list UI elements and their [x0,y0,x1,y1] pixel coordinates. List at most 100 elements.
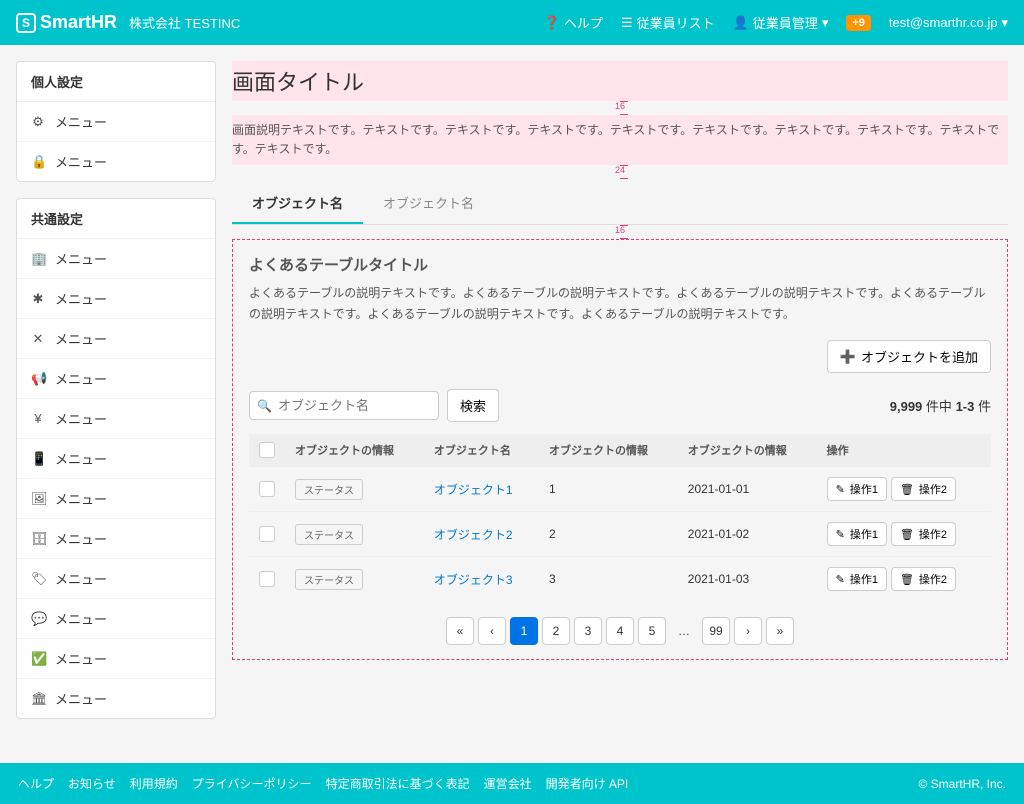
col-info2: オブジェクトの情報 [539,434,678,467]
action1-button[interactable]: ✎ 操作1 [827,477,887,501]
select-all-checkbox[interactable] [259,442,275,458]
search-button[interactable]: 検索 [447,389,499,422]
page-description: 画面説明テキストです。テキストです。テキストです。テキストです。テキストです。テ… [232,115,1008,165]
sidebar-common-4[interactable]: ¥ メニュー [17,399,215,439]
object-link[interactable]: オブジェクト1 [434,483,513,497]
page-next[interactable]: › [734,617,762,645]
sidebar-common-1[interactable]: ✱メニュー [17,279,215,319]
page-number[interactable]: 4 [606,617,634,645]
sidebar-personal-0[interactable]: ⚙メニュー [17,102,215,142]
page-number[interactable]: 99 [702,617,730,645]
action2-button[interactable]: 🗑 操作2 [891,567,956,591]
sidebar-personal-title: 個人設定 [17,62,215,102]
footer-copyright: © SmartHR, Inc. [918,777,1006,791]
page-number[interactable]: 2 [542,617,570,645]
sidebar-item-label: メニュー [55,529,107,548]
trash-icon: 🗑 [900,573,914,586]
help-icon: ❓ [544,15,560,31]
row-checkbox[interactable] [259,526,275,542]
sidebar-common-10[interactable]: ✅メニュー [17,639,215,679]
sidebar-item-label: メニュー [55,329,107,348]
sidebar-item-label: メニュー [55,152,107,171]
page-number[interactable]: 1 [510,617,538,645]
menu-icon: 🖼 [31,491,45,507]
page-title: 画面タイトル [232,61,1008,101]
sidebar-common-2[interactable]: ✕ メニュー [17,319,215,359]
action2-button[interactable]: 🗑 操作2 [891,522,956,546]
page-number[interactable]: 5 [638,617,666,645]
menu-icon: 🔒 [31,154,45,170]
sidebar-common-7[interactable]: 🗄 メニュー [17,519,215,559]
row-checkbox[interactable] [259,571,275,587]
add-object-button[interactable]: ➕ オブジェクトを追加 [827,340,991,373]
sidebar-common-6[interactable]: 🖼メニュー [17,479,215,519]
sidebar-common-0[interactable]: 🏢メニュー [17,239,215,279]
sidebar-personal-section: 個人設定 ⚙メニュー 🔒 メニュー [16,61,216,182]
sidebar-common-11[interactable]: 🏛メニュー [17,679,215,718]
search-input[interactable] [249,391,439,420]
footer-link[interactable]: 特定商取引法に基づく表記 [326,775,470,792]
table-row: ステータス オブジェクト1 1 2021-01-01 ✎ 操作1 🗑 操作2 [249,467,991,512]
sidebar-item-label: メニュー [55,449,107,468]
page-number: … [670,617,698,645]
plus-icon: ➕ [840,349,856,365]
sidebar-common-9[interactable]: 💬メニュー [17,599,215,639]
brand-name: SmartHR [40,12,117,33]
employee-list-link[interactable]: ☰従業員リスト [621,13,715,32]
panel-description: よくあるテーブルの説明テキストです。よくあるテーブルの説明テキストです。よくある… [249,283,991,324]
person-icon: 👤 [733,15,749,31]
list-icon: ☰ [621,15,633,31]
cell-date: 2021-01-02 [678,512,817,557]
sidebar-item-label: メニュー [55,289,107,308]
sidebar-personal-1[interactable]: 🔒 メニュー [17,142,215,181]
table-row: ステータス オブジェクト3 3 2021-01-03 ✎ 操作1 🗑 操作2 [249,557,991,602]
footer-link[interactable]: ヘルプ [18,775,54,792]
footer-link[interactable]: お知らせ [68,775,116,792]
main-content: 画面タイトル 16 画面説明テキストです。テキストです。テキストです。テキストで… [232,61,1008,735]
action1-button[interactable]: ✎ 操作1 [827,567,887,591]
object-link[interactable]: オブジェクト2 [434,528,513,542]
table-header-row: オブジェクトの情報 オブジェクト名 オブジェクトの情報 オブジェクトの情報 操作 [249,434,991,467]
tab-object-1[interactable]: オブジェクト名 [232,183,363,224]
sidebar-item-label: メニュー [55,112,107,131]
footer: ヘルプお知らせ利用規約プライバシーポリシー特定商取引法に基づく表記運営会社開発者… [0,763,1024,804]
tab-object-2[interactable]: オブジェクト名 [363,183,494,224]
sidebar-item-label: メニュー [55,409,107,428]
footer-link[interactable]: プライバシーポリシー [192,775,312,792]
sidebar: 個人設定 ⚙メニュー🔒メニュー 共通設定 🏢メニュー✱メニュー✕メニュー📢メニュ… [16,61,216,735]
page-number[interactable]: 3 [574,617,602,645]
footer-link[interactable]: 開発者向け API [546,775,629,792]
help-link[interactable]: ❓ヘルプ [544,13,603,32]
notification-badge[interactable]: +9 [846,15,871,31]
employee-mgmt-dropdown[interactable]: 👤従業員管理 ▾ [733,13,829,32]
row-checkbox[interactable] [259,481,275,497]
menu-icon: ¥ [31,411,45,426]
chevron-down-icon: ▾ [1001,15,1008,31]
footer-link[interactable]: 運営会社 [484,775,532,792]
page-last[interactable]: » [766,617,794,645]
menu-icon: 🗄 [31,531,45,547]
menu-icon: ✕ [31,331,45,347]
sidebar-common-3[interactable]: 📢メニュー [17,359,215,399]
sidebar-item-label: メニュー [55,609,107,628]
sidebar-common-title: 共通設定 [17,199,215,239]
sidebar-common-section: 共通設定 🏢メニュー✱メニュー✕メニュー📢メニュー¥メニュー📱メニュー🖼メニュー… [16,198,216,719]
pagination: « ‹ 12345…99 › » [249,617,991,645]
user-menu[interactable]: test@smarthr.co.jp ▾ [889,15,1008,31]
cell-date: 2021-01-01 [678,467,817,512]
action2-button[interactable]: 🗑 操作2 [891,477,956,501]
object-link[interactable]: オブジェクト3 [434,573,513,587]
panel-title: よくあるテーブルタイトル [249,254,991,275]
page-prev[interactable]: ‹ [478,617,506,645]
menu-icon: 🏛 [31,691,45,707]
brand-logo[interactable]: S SmartHR [16,12,117,33]
tab-bar: オブジェクト名 オブジェクト名 [232,183,1008,225]
spacing-marker: 24 [232,165,1008,179]
sidebar-common-8[interactable]: 🏷メニュー [17,559,215,599]
object-table: オブジェクトの情報 オブジェクト名 オブジェクトの情報 オブジェクトの情報 操作… [249,434,991,601]
action1-button[interactable]: ✎ 操作1 [827,522,887,546]
page-first[interactable]: « [446,617,474,645]
sidebar-item-label: メニュー [55,369,107,388]
footer-link[interactable]: 利用規約 [130,775,178,792]
sidebar-common-5[interactable]: 📱メニュー [17,439,215,479]
